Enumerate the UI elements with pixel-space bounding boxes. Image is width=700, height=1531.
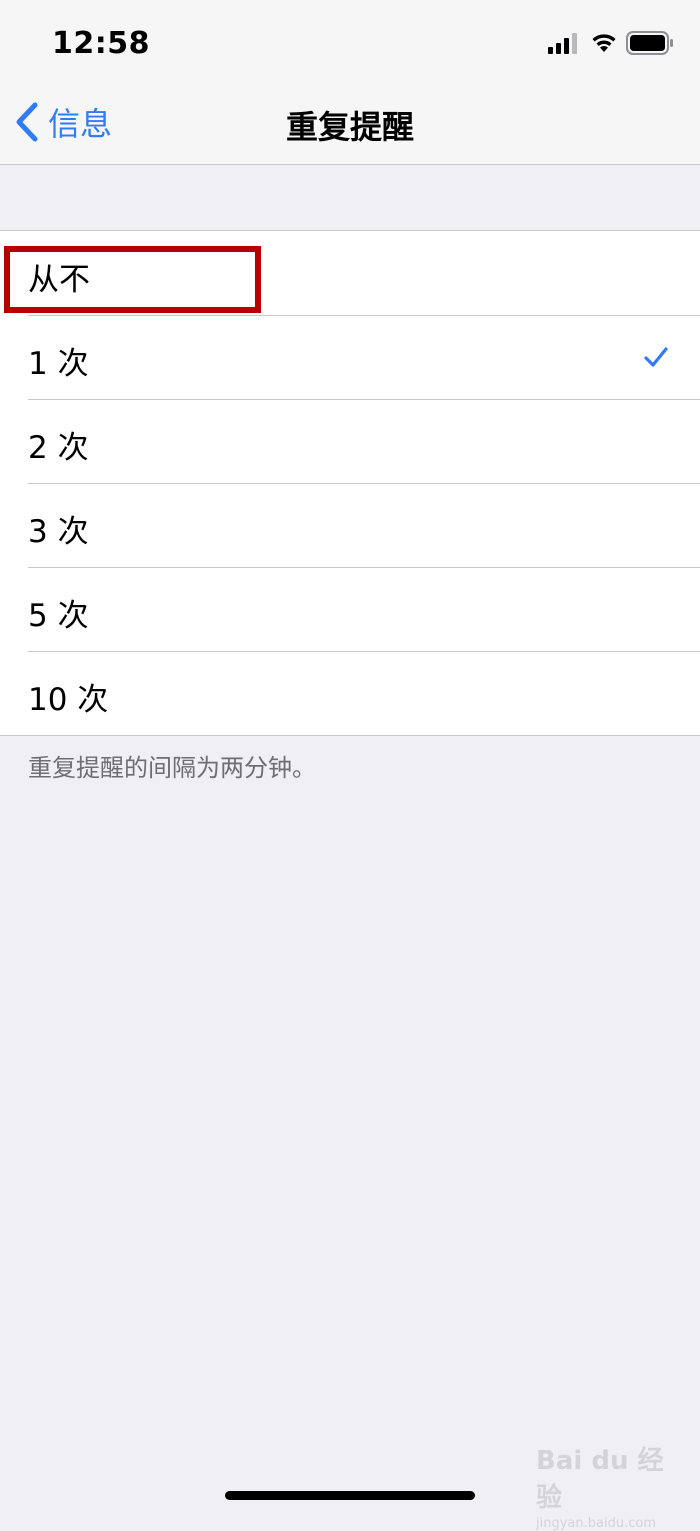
watermark-logo: Bai du 经验 (536, 1446, 664, 1513)
option-label: 1 次 (28, 346, 89, 382)
option-label: 5 次 (28, 598, 89, 634)
option-label: 3 次 (28, 514, 89, 550)
option-label: 从不 (28, 262, 90, 298)
status-time: 12:58 (52, 26, 150, 61)
checkmark-icon (644, 347, 668, 367)
option-5-times[interactable]: 5 次 (0, 567, 700, 651)
footer-note: 重复提醒的间隔为两分钟。 (28, 754, 316, 782)
option-3-times[interactable]: 3 次 (0, 483, 700, 567)
repeat-alert-options-list: 从不 1 次 2 次 3 次 5 次 10 次 (0, 230, 700, 736)
wifi-icon (592, 34, 616, 52)
page-title: 重复提醒 (285, 108, 414, 146)
option-10-times[interactable]: 10 次 (0, 651, 700, 735)
watermark-url: jingyan.baidu.com (536, 1516, 656, 1531)
battery-icon (626, 31, 673, 55)
option-label: 10 次 (28, 682, 109, 718)
option-never[interactable]: 从不 (0, 231, 700, 315)
navigation-bar: 信息 重复提醒 (0, 80, 700, 165)
cellular-signal-icon (548, 33, 577, 54)
option-1-time[interactable]: 1 次 (0, 315, 700, 399)
option-label: 2 次 (28, 430, 89, 466)
status-bar: 12:58 (0, 0, 700, 80)
watermark: Bai du 经验 jingyan.baidu.com (536, 1440, 666, 1531)
option-2-times[interactable]: 2 次 (0, 399, 700, 483)
home-indicator[interactable] (225, 1491, 475, 1500)
